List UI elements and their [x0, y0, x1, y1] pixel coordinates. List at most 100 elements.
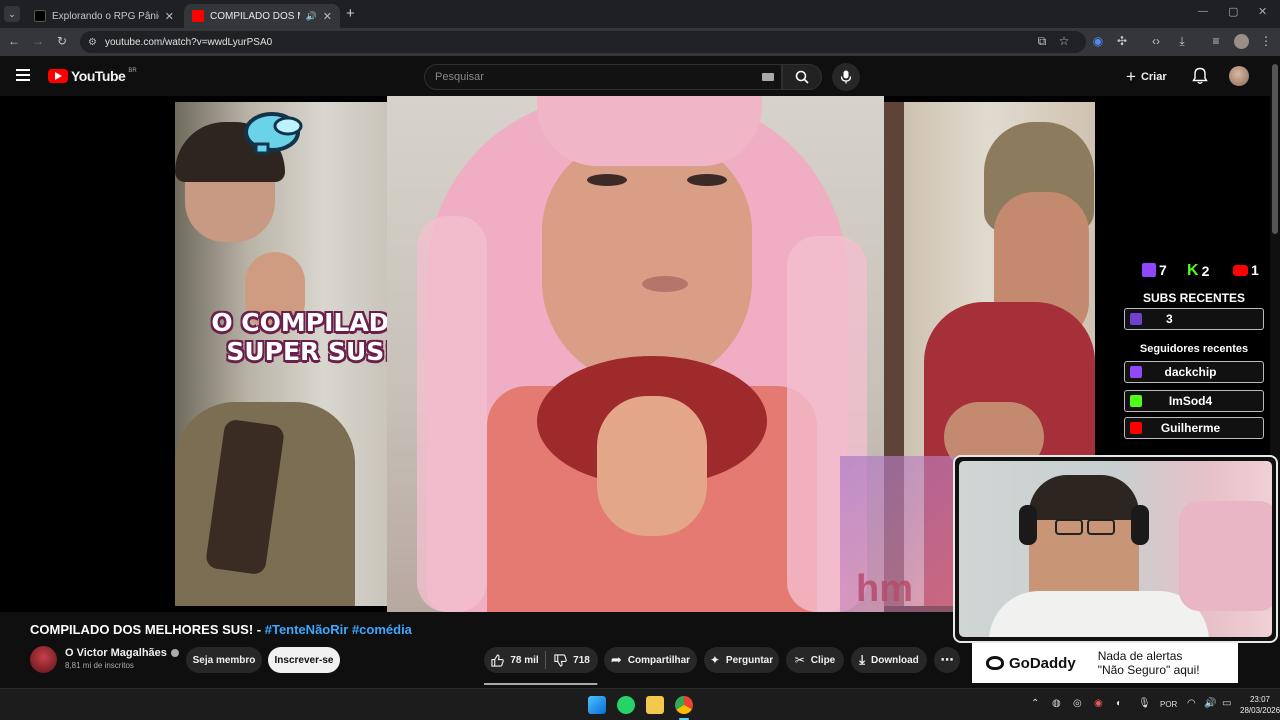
extension-icon[interactable]: ◉ [1090, 34, 1106, 48]
windows-start-icon[interactable] [588, 696, 606, 714]
tab-rpg[interactable]: Explorando o RPG Pânico: Perso ✕ [26, 4, 182, 28]
youtube-red-icon [1233, 264, 1248, 276]
security-icon[interactable]: ◎ [1073, 698, 1082, 709]
new-tab-button[interactable]: + [346, 5, 355, 22]
hamburger-menu-icon[interactable] [16, 69, 30, 81]
microphone-tray-icon[interactable]: 🎙 [1138, 698, 1151, 709]
address-bar[interactable]: ⚙ youtube.com/watch?v=wwdLyurPSA0 [80, 31, 1086, 53]
like-button[interactable]: 78 mil [484, 647, 546, 673]
chrome-icon[interactable] [675, 696, 693, 714]
channel-name[interactable]: O Victor Magalhães [65, 647, 179, 659]
clock[interactable]: 23:07 28/03/2026 [1240, 694, 1280, 716]
download-arrow-icon: ⤓ [859, 652, 865, 667]
clip-button[interactable]: ✂ Clipe [786, 647, 844, 673]
youtube-play-icon [48, 69, 68, 83]
twitch-counter: 7 [1142, 262, 1167, 278]
twitch-icon [1142, 263, 1156, 277]
search-button[interactable] [782, 64, 822, 90]
audio-playing-icon[interactable]: 🔊 [306, 11, 317, 22]
file-explorer-icon[interactable] [646, 696, 664, 714]
minimize-button[interactable]: — [1198, 6, 1208, 17]
browser-toolbar: ← → ↻ ⚙ youtube.com/watch?v=wwdLyurPSA0 … [0, 28, 1280, 56]
twitch-icon [1130, 366, 1142, 378]
video-frame-center [387, 96, 884, 612]
download-icon[interactable]: ⤓ [1174, 34, 1190, 49]
kick-icon: K [1187, 262, 1199, 279]
youtube-logo[interactable]: YouTube BR [48, 68, 137, 84]
create-label: Criar [1140, 71, 1167, 83]
youtube-count: 1 [1251, 262, 1259, 278]
browser-tab-bar: ⌄ Explorando o RPG Pânico: Perso ✕ COMPI… [0, 0, 1280, 28]
close-tab-icon[interactable]: ✕ [323, 10, 332, 23]
hashtag-link[interactable]: #comédia [352, 622, 412, 637]
show-hidden-icons[interactable]: ⌃ [1031, 698, 1039, 709]
search-input[interactable]: Pesquisar [424, 64, 782, 90]
video-title: COMPILADO DOS MELHORES SUS! - #TenteNãoR… [30, 622, 412, 637]
video-title-main: COMPILADO DOS MELHORES SUS! - [30, 622, 262, 637]
scrollbar-thumb[interactable] [1272, 64, 1278, 234]
ad-brand: GoDaddy [1009, 654, 1076, 672]
profile-avatar[interactable] [1234, 34, 1249, 49]
dislike-count: 718 [573, 654, 590, 666]
ad-line2: "Não Seguro" aqui! [1097, 663, 1200, 677]
steam-icon[interactable]: ◐ [1116, 698, 1122, 709]
share-label: Compartilhar [627, 654, 691, 666]
godaddy-logo-icon [986, 656, 1004, 670]
follower-item: ImSod4 [1124, 390, 1264, 412]
crewmate-icon [240, 104, 310, 161]
twitch-count: 7 [1159, 262, 1167, 278]
dislike-button[interactable]: 718 [546, 647, 598, 673]
tab-compilado[interactable]: COMPILADO DOS MELHORES 🔊 ✕ [184, 4, 340, 28]
ask-button[interactable]: ✦ Perguntar [704, 647, 779, 673]
close-window-button[interactable]: ✕ [1258, 5, 1267, 18]
youtube-favicon-icon [192, 10, 204, 22]
site-info-icon[interactable]: ⚙ [88, 37, 97, 48]
wifi-icon[interactable]: ◠ [1187, 698, 1196, 709]
thumbs-down-icon [554, 653, 567, 667]
forward-icon[interactable]: → [30, 34, 46, 48]
install-app-icon[interactable]: ⧉ [1034, 34, 1050, 49]
share-button[interactable]: ➦ Compartilhar [604, 647, 697, 673]
user-avatar[interactable] [1229, 66, 1249, 86]
ad-banner[interactable]: GoDaddy Nada de alertas "Não Seguro" aqu… [972, 643, 1238, 683]
download-button[interactable]: ⤓ Download [851, 647, 927, 673]
like-progress-bar [484, 683, 598, 685]
subscribe-button[interactable]: Inscrever-se [268, 647, 340, 673]
youtube-counter: 1 [1233, 262, 1259, 278]
twitch-icon [1130, 313, 1142, 325]
join-button[interactable]: Seja membro [186, 647, 262, 673]
follower-item: dackchip [1124, 361, 1264, 383]
subs-heading: SUBS RECENTES [1142, 291, 1246, 305]
tab-search-button[interactable]: ⌄ [4, 6, 20, 22]
bookmark-star-icon[interactable]: ☆ [1056, 34, 1072, 48]
reading-list-icon[interactable]: ≡ [1208, 34, 1224, 48]
youtube-header: YouTube BR Pesquisar + Criar [0, 56, 1270, 96]
channel-avatar[interactable] [30, 646, 57, 673]
subscriber-count: 8,81 mi de inscritos [65, 661, 134, 670]
create-button[interactable]: + Criar [1126, 66, 1167, 88]
menu-kebab-icon[interactable]: ⋮ [1258, 34, 1274, 48]
whatsapp-icon[interactable] [617, 696, 635, 714]
hashtag-link[interactable]: #TenteNãoRir [265, 622, 349, 637]
back-icon[interactable]: ← [6, 34, 22, 48]
windows-taskbar: ⌃ ◍ ◎ ◉ ◐ 🎙 POR ◠ 🔊 ▭ 23:07 28/03/2026 [0, 688, 1280, 720]
battery-icon[interactable]: ▭ [1222, 698, 1231, 709]
more-actions-button[interactable]: ⋯ [934, 647, 960, 673]
youtube-icon [1130, 422, 1142, 434]
scissors-icon: ✂ [794, 653, 805, 667]
app-tray-icon[interactable]: ◉ [1094, 698, 1103, 709]
devtools-icon[interactable]: ‹› [1148, 34, 1164, 48]
maximize-button[interactable]: ▢ [1228, 5, 1238, 18]
notifications-bell-icon[interactable] [1192, 67, 1208, 90]
voice-search-button[interactable] [832, 63, 860, 91]
close-tab-icon[interactable]: ✕ [165, 10, 174, 23]
kick-icon [1130, 395, 1142, 407]
extensions-puzzle-icon[interactable]: ✣ [1114, 34, 1130, 48]
volume-icon[interactable]: 🔊 [1204, 698, 1216, 709]
reload-icon[interactable]: ↻ [54, 34, 70, 48]
sparkle-icon: ✦ [709, 653, 720, 667]
hm-text: hm [856, 568, 913, 610]
language-indicator[interactable]: POR [1160, 700, 1177, 709]
keyboard-icon[interactable] [762, 73, 774, 81]
discord-icon[interactable]: ◍ [1052, 698, 1061, 709]
